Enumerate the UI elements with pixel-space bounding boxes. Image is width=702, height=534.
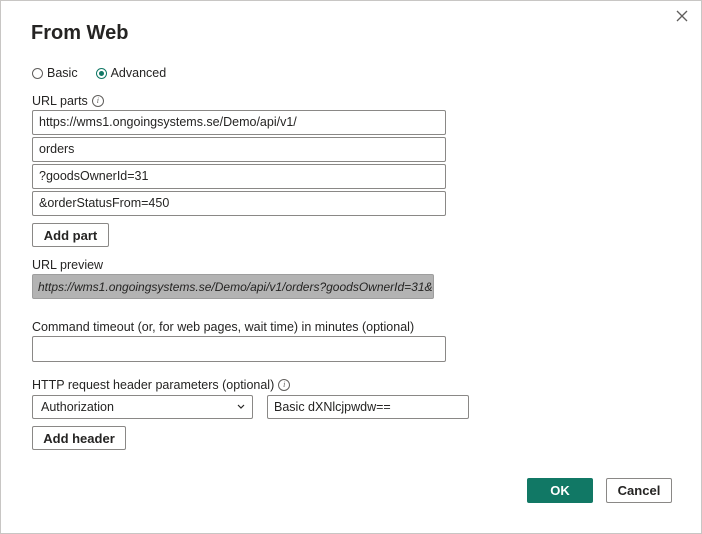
headers-label: HTTP request header parameters (optional… [32,378,275,392]
timeout-label: Command timeout (or, for web pages, wait… [32,320,414,334]
mode-radio-group: Basic Advanced [32,66,166,80]
url-preview-field: https://wms1.ongoingsystems.se/Demo/api/… [32,274,434,299]
url-preview-label: URL preview [32,258,103,272]
ok-button[interactable]: OK [527,478,593,503]
cancel-button[interactable]: Cancel [606,478,672,503]
radio-advanced-circle[interactable] [95,67,107,79]
url-part-input-4[interactable]: &orderStatusFrom=450 [32,191,446,216]
header-name-value: Authorization [41,400,114,414]
url-part-input-2[interactable]: orders [32,137,446,162]
radio-basic[interactable]: Basic [32,66,78,80]
dialog-title: From Web [31,22,129,44]
radio-advanced[interactable]: Advanced [95,66,167,80]
url-parts-label: URL parts [32,94,88,108]
add-part-button[interactable]: Add part [32,223,109,247]
close-icon [676,10,688,22]
add-header-button[interactable]: Add header [32,426,126,450]
timeout-label-text: Command timeout (or, for web pages, wait… [32,320,415,334]
header-value-input[interactable]: Basic dXNlcjpwdw== [267,395,469,419]
headers-label-row: HTTP request header parameters (optional… [32,378,291,392]
radio-basic-circle[interactable] [32,67,43,79]
url-parts-label-row: URL parts i [32,94,104,108]
close-button[interactable] [672,6,692,26]
url-part-input-1[interactable]: https://wms1.ongoingsystems.se/Demo/api/… [32,110,446,135]
from-web-dialog: From Web Basic Advanced URL parts i http… [0,0,702,534]
radio-advanced-label: Advanced [110,66,167,80]
timeout-input[interactable] [32,336,446,362]
url-part-input-3[interactable]: ?goodsOwnerId=31 [32,164,446,189]
info-icon[interactable]: i [91,95,104,107]
radio-basic-label: Basic [47,66,78,80]
info-icon[interactable]: i [278,379,291,391]
header-name-dropdown[interactable]: Authorization [32,395,253,419]
chevron-down-icon [237,404,245,409]
url-preview-label-text: URL preview [32,258,104,272]
